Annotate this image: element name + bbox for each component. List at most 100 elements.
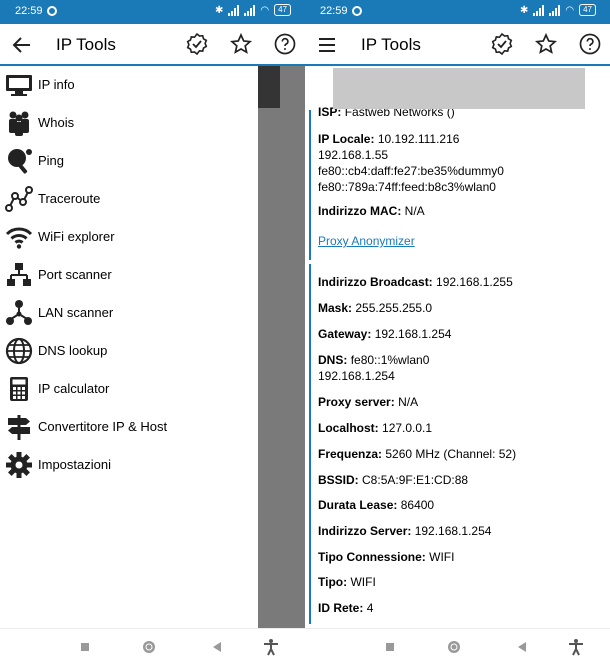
section-divider-line <box>309 110 311 260</box>
ip-locale-row: IP Locale: 10.192.111.216 192.168.1.55 f… <box>318 131 504 195</box>
ip-locale-label: IP Locale: <box>318 132 375 146</box>
drawer-item-wifi-explorer[interactable]: WiFi explorer <box>0 218 258 256</box>
home-icon[interactable] <box>445 638 463 656</box>
info-row: ID Rete: 4 <box>318 601 374 615</box>
info-row: DNS: fe80::1%wlan0 192.168.1.254 <box>318 353 430 383</box>
status-icons: ✱ ◠ 47 <box>215 4 291 16</box>
drawer-item-label: IP info <box>38 77 75 92</box>
monitor-icon <box>6 75 32 96</box>
recents-icon[interactable] <box>76 638 94 656</box>
drawer-item-label: Traceroute <box>38 191 101 206</box>
drawer-item-label: Port scanner <box>38 267 112 282</box>
drawer-scrim[interactable] <box>258 66 305 628</box>
lan-icon <box>6 300 32 325</box>
phone-screen-ip-info: 22:59 ✱ ◠ 47 IP Tools ISP: Fastweb Netwo… <box>305 0 610 666</box>
drawer-item-traceroute[interactable]: Traceroute <box>0 180 258 218</box>
signal-icon <box>533 4 545 16</box>
drawer-item-label: LAN scanner <box>38 305 114 320</box>
ip-locale-extra: 192.168.1.55 <box>318 148 389 162</box>
system-nav-bar <box>305 628 610 666</box>
navigation-drawer: IP info Whois Ping Traceroute WiFi explo… <box>0 66 258 628</box>
recents-icon[interactable] <box>381 638 399 656</box>
accessibility-icon[interactable] <box>262 638 280 656</box>
app-title: IP Tools <box>361 35 421 54</box>
ad-banner[interactable] <box>333 68 585 109</box>
star-icon[interactable] <box>534 32 558 56</box>
info-row: Durata Lease: 86400 <box>318 498 435 512</box>
drawer-item-label: Ping <box>38 153 65 168</box>
system-nav-bar <box>0 628 305 666</box>
app-bar: IP Tools <box>0 24 305 66</box>
app-bar: IP Tools <box>305 24 610 66</box>
info-row: Frequenza: 5260 MHz (Channel: 52) <box>318 447 517 461</box>
proxy-anonymizer-link[interactable]: Proxy Anonymizer <box>318 233 415 249</box>
mac-value: N/A <box>404 204 425 218</box>
app-title: IP Tools <box>56 35 116 54</box>
status-icons: ✱ ◠ 47 <box>520 4 596 16</box>
notification-icon <box>352 6 362 16</box>
info-row: Localhost: 127.0.0.1 <box>318 421 433 435</box>
mac-label: Indirizzo MAC: <box>318 204 402 218</box>
verified-badge-icon[interactable] <box>185 32 209 56</box>
drawer-item-ip-info[interactable]: IP info <box>0 66 258 104</box>
drawer-item-ip-host-converter[interactable]: Convertitore IP & Host <box>0 408 258 446</box>
help-icon[interactable] <box>578 32 602 56</box>
gear-icon <box>6 452 32 478</box>
info-row: Mask: 255.255.255.0 <box>318 301 433 315</box>
wifi-icon <box>5 227 33 249</box>
status-time: 22:59 <box>15 5 43 17</box>
ip-locale-value: 10.192.111.216 <box>377 132 460 146</box>
drawer-item-label: Impostazioni <box>38 457 111 472</box>
drawer-item-dns-lookup[interactable]: DNS lookup <box>0 332 258 370</box>
battery-icon: 47 <box>274 4 291 16</box>
signal-icon <box>228 4 240 16</box>
signpost-icon <box>8 415 30 440</box>
back-triangle-icon[interactable] <box>208 638 226 656</box>
drawer-item-port-scanner[interactable]: Port scanner <box>0 256 258 294</box>
info-row: Tipo Connessione: WIFI <box>318 550 455 564</box>
bluetooth-icon: ✱ <box>214 4 224 16</box>
info-row: BSSID: C8:5A:9F:E1:CD:88 <box>318 473 469 487</box>
route-icon <box>5 186 33 212</box>
drawer-item-label: DNS lookup <box>38 343 108 358</box>
accessibility-icon[interactable] <box>567 638 585 656</box>
ad-thumbnail <box>258 66 280 108</box>
drawer-item-label: Whois <box>38 115 75 130</box>
calculator-icon <box>10 377 28 401</box>
status-bar: 22:59 ✱ ◠ 47 <box>0 0 305 24</box>
drawer-item-settings[interactable]: Impostazioni <box>0 446 258 484</box>
signal-icon-2 <box>549 4 561 16</box>
back-triangle-icon[interactable] <box>513 638 531 656</box>
phone-screen-drawer: 22:59 ✱ ◠ 47 IP Tools IP info Whois Ping <box>0 0 305 666</box>
info-row: Tipo: WIFI <box>318 575 376 589</box>
info-row: Proxy server: N/A <box>318 395 419 409</box>
star-icon[interactable] <box>229 32 253 56</box>
back-arrow-icon[interactable] <box>10 33 34 57</box>
bluetooth-icon: ✱ <box>519 4 529 16</box>
drawer-item-label: IP calculator <box>38 381 110 396</box>
wifi-status-icon: ◠ <box>565 4 575 16</box>
ping-pong-icon <box>8 149 32 174</box>
menu-icon[interactable] <box>315 33 339 57</box>
info-row: Gateway: 192.168.1.254 <box>318 327 452 341</box>
home-icon[interactable] <box>140 638 158 656</box>
drawer-item-whois[interactable]: Whois <box>0 104 258 142</box>
wifi-status-icon: ◠ <box>260 4 270 16</box>
status-time: 22:59 <box>320 5 348 17</box>
notification-icon <box>47 6 57 16</box>
drawer-item-lan-scanner[interactable]: LAN scanner <box>0 294 258 332</box>
globe-icon <box>5 337 33 365</box>
section-divider-line <box>309 264 311 624</box>
help-icon[interactable] <box>273 32 297 56</box>
drawer-item-ping[interactable]: Ping <box>0 142 258 180</box>
ip-locale-extra: fe80::789a:74ff:feed:b8c3%wlan0 <box>318 180 496 194</box>
info-row: Indirizzo Server: 192.168.1.254 <box>318 524 492 538</box>
drawer-item-label: WiFi explorer <box>38 229 115 244</box>
drawer-item-label: Convertitore IP & Host <box>38 419 168 434</box>
status-bar: 22:59 ✱ ◠ 47 <box>305 0 610 24</box>
drawer-item-ip-calculator[interactable]: IP calculator <box>0 370 258 408</box>
verified-badge-icon[interactable] <box>490 32 514 56</box>
signal-icon-2 <box>244 4 256 16</box>
people-icon <box>9 111 29 136</box>
ip-locale-extra: fe80::cb4:daff:fe27:be35%dummy0 <box>318 164 504 178</box>
